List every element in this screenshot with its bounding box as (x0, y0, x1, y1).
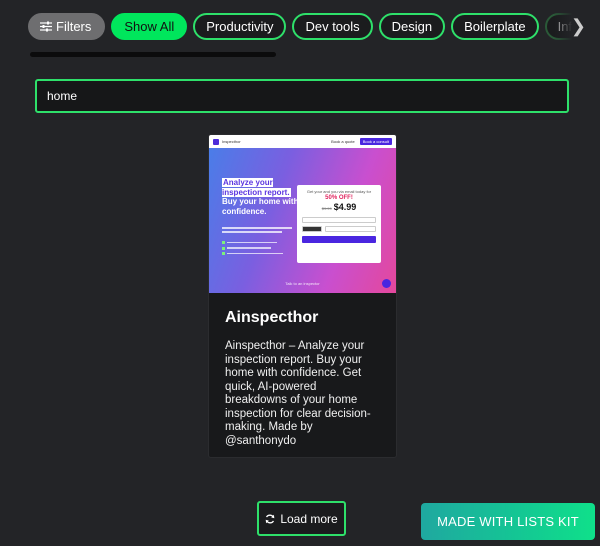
refresh-icon (266, 514, 275, 523)
made-with-button[interactable]: MADE WITH LISTS KIT (421, 503, 595, 540)
category-design[interactable]: Design (378, 12, 446, 40)
filters-button[interactable]: Filters (28, 12, 106, 40)
search-input[interactable] (37, 81, 567, 111)
load-more-button[interactable]: Load more (257, 501, 346, 536)
category-show-all[interactable]: Show All (111, 12, 188, 40)
offer-button (302, 236, 376, 243)
offer-old-price: $9.99 (321, 206, 332, 211)
thumbnail-brand: Inspecthor (222, 139, 241, 144)
thumbnail-hero: Analyze your inspection report. Buy your… (209, 148, 396, 293)
thumbnail-nav-cta: Book a consult (359, 138, 392, 145)
category-filter-bar: Filters Show All Productivity Dev tools … (28, 12, 600, 40)
thumbnail-checklist (222, 241, 292, 258)
load-more-label: Load more (280, 511, 338, 526)
thumbnail-nav: Inspecthor Book a quote Book a consult (209, 135, 396, 148)
category-dev-tools[interactable]: Dev tools (292, 12, 373, 40)
chat-bubble-icon (382, 279, 391, 288)
offer-email-field (302, 217, 376, 223)
scroll-next-button[interactable]: ❯ (554, 12, 600, 40)
offer-price: $4.99 (333, 202, 357, 212)
search-box (35, 79, 569, 113)
filters-label: Filters (56, 18, 92, 34)
category-productivity[interactable]: Productivity (193, 12, 287, 40)
thumbnail-footer: Talk to an inspector (285, 281, 320, 286)
thumbnail-headline: Analyze your inspection report. Buy your… (222, 178, 302, 216)
thumbnail-offer-box: Get your and you via email today for 50%… (297, 185, 381, 263)
chevron-right-icon: ❯ (570, 15, 586, 36)
card-title: Ainspecthor (225, 309, 319, 326)
thumbnail-headline-rest: Buy your home with confidence. (222, 197, 299, 216)
card-thumbnail: Inspecthor Book a quote Book a consult A… (209, 135, 396, 293)
thumbnail-subtext (222, 227, 292, 235)
category-boilerplate[interactable]: Boilerplate (451, 12, 539, 40)
horizontal-scrollbar[interactable] (30, 52, 276, 57)
result-card[interactable]: Inspecthor Book a quote Book a consult A… (208, 134, 397, 458)
brand-logo-icon (213, 138, 219, 145)
sliders-icon (40, 21, 52, 31)
offer-title: Get your and you via email today for (306, 189, 372, 194)
card-description: Ainspecthor – Analyze your inspection re… (225, 340, 371, 447)
offer-discount: 50% OFF! (325, 195, 353, 201)
thumbnail-headline-highlight: Analyze your inspection report. (222, 178, 291, 197)
thumbnail-nav-link: Book a quote (331, 139, 355, 144)
